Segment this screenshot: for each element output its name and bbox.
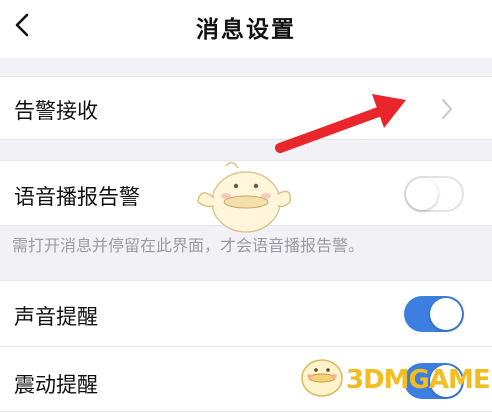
- nav-bar: 消息设置: [0, 0, 492, 58]
- setting-label: 语音播报告警: [14, 185, 140, 209]
- setting-row-sound: 声音提醒: [0, 280, 492, 346]
- toggle-knob: [430, 298, 462, 330]
- sound-toggle[interactable]: [404, 296, 464, 332]
- mascot-logo-icon: [301, 359, 343, 397]
- chevron-right-icon: [442, 99, 452, 119]
- page-title: 消息设置: [196, 17, 296, 43]
- red-arrow-annotation: [275, 94, 406, 153]
- watermark-text: 3DMGAME: [346, 365, 491, 395]
- toggle-knob: [406, 178, 438, 210]
- setting-row-alarm-receive[interactable]: 告警接收: [0, 76, 492, 140]
- mascot-watermark: [197, 161, 291, 233]
- setting-label: 声音提醒: [14, 305, 98, 329]
- setting-label: 震动提醒: [14, 373, 98, 397]
- setting-label: 告警接收: [14, 99, 98, 123]
- voice-alarm-toggle[interactable]: [404, 176, 464, 212]
- voice-alarm-note: 需打开消息并停留在此界面，才会语音播报告警。: [12, 236, 365, 255]
